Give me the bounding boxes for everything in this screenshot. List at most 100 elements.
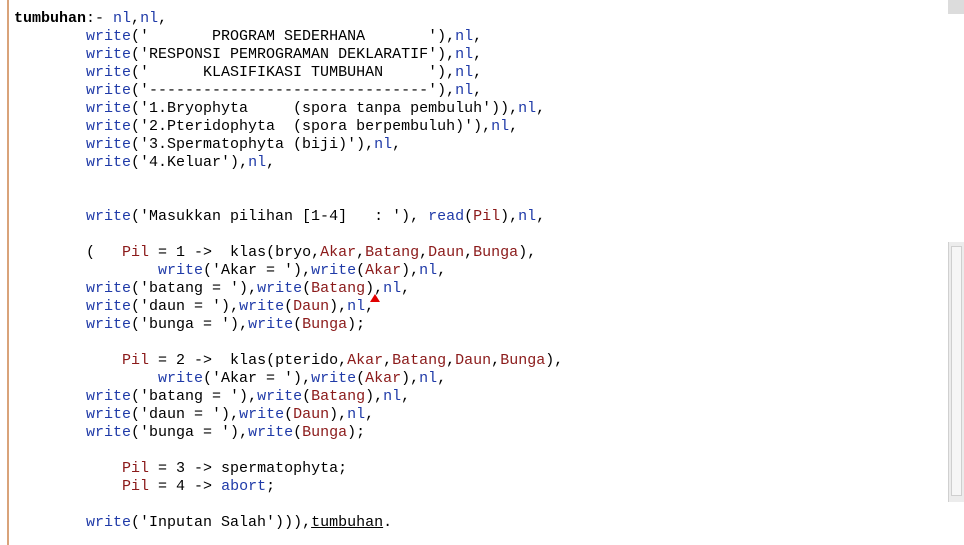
code-keyword: nl — [347, 298, 366, 315]
code-line[interactable] — [14, 226, 944, 244]
code-line[interactable]: write(' PROGRAM SEDERHANA '),nl, — [14, 28, 944, 46]
code-text: , — [365, 406, 375, 423]
code-line[interactable]: write('3.Spermatophyta (biji)'),nl, — [14, 136, 944, 154]
code-text: )) — [284, 514, 303, 531]
code-text: ), — [518, 244, 537, 261]
code-text: ; — [356, 424, 366, 441]
code-text: , — [419, 244, 429, 261]
code-keyword: write — [86, 316, 132, 333]
code-line[interactable]: write('RESPONSI PEMROGRAMAN DEKLARATIF')… — [14, 46, 944, 64]
code-line[interactable]: write('Masukkan pilihan [1-4] : '), read… — [14, 208, 944, 226]
code-line[interactable]: tumbuhan:- nl,nl, — [14, 10, 944, 28]
code-variable: Pil — [122, 244, 150, 261]
code-variable: Pil — [122, 352, 150, 369]
vertical-scrollbar[interactable] — [948, 242, 964, 502]
code-text: , — [302, 514, 312, 531]
code-text: , — [446, 352, 456, 369]
code-line[interactable]: write('batang = '),write(Batang),nl, — [14, 280, 944, 298]
code-text: ('bunga = ') — [131, 424, 240, 441]
code-editor[interactable]: tumbuhan:- nl,nl, write(' PROGRAM SEDERH… — [0, 0, 948, 545]
code-keyword: write — [257, 388, 303, 405]
code-line[interactable]: write('Akar = '),write(Akar),nl, — [14, 370, 944, 388]
code-line[interactable]: Pil = 4 -> abort; — [14, 478, 944, 496]
code-line[interactable]: write('bunga = '),write(Bunga); — [14, 424, 944, 442]
code-text: ('-------------------------------') — [131, 82, 447, 99]
code-text: , — [446, 64, 456, 81]
code-keyword: write — [86, 154, 132, 171]
code-line[interactable] — [14, 172, 944, 190]
code-text: = 2 -> klas(pterido, — [149, 352, 348, 369]
code-variable: Batang — [311, 388, 366, 405]
code-text: ) — [500, 100, 510, 117]
code-line[interactable]: write('Akar = '),write(Akar),nl, — [14, 262, 944, 280]
code-text: , — [374, 388, 384, 405]
code-variable: Daun — [293, 406, 330, 423]
code-variable: Batang — [365, 244, 420, 261]
code-text: , — [509, 208, 519, 225]
code-text: ('2.Pteridophyta (spora berpembuluh)') — [131, 118, 483, 135]
code-line[interactable]: ( Pil = 1 -> klas(bryo,Akar,Batang,Daun,… — [14, 244, 944, 262]
code-keyword: nl — [113, 10, 132, 27]
code-text: ) — [329, 406, 339, 423]
code-keyword: nl — [455, 46, 474, 63]
code-line[interactable]: write('4.Keluar'),nl, — [14, 154, 944, 172]
code-line[interactable]: write('Inputan Salah'))),tumbuhan. — [14, 514, 944, 532]
code-line[interactable]: write('daun = '),write(Daun),nl, — [14, 298, 944, 316]
code-line[interactable]: write('1.Bryophyta (spora tanpa pembuluh… — [14, 100, 944, 118]
code-text: , — [230, 298, 240, 315]
code-area[interactable]: tumbuhan:- nl,nl, write(' PROGRAM SEDERH… — [14, 10, 944, 532]
code-text: ( — [14, 244, 123, 261]
code-line[interactable] — [14, 334, 944, 352]
code-line[interactable]: write('2.Pteridophyta (spora berpembuluh… — [14, 118, 944, 136]
code-keyword: abort — [221, 478, 267, 495]
code-keyword: write — [86, 64, 132, 81]
code-text: , — [239, 424, 249, 441]
code-line[interactable] — [14, 496, 944, 514]
code-keyword: write — [257, 280, 303, 297]
code-keyword: nl — [455, 28, 474, 45]
code-text: ('3.Spermatophyta (biji)') — [131, 136, 366, 153]
code-text: , — [392, 136, 402, 153]
code-line[interactable]: Pil = 3 -> spermatophyta; — [14, 460, 944, 478]
code-line[interactable]: write('bunga = '),write(Bunga); — [14, 316, 944, 334]
code-variable: Bunga — [500, 352, 546, 369]
error-triangle-icon — [370, 294, 380, 302]
code-text: ) — [365, 388, 375, 405]
scrollbar-thumb[interactable] — [951, 246, 962, 496]
code-keyword: write — [86, 28, 132, 45]
code-text: ('batang = ') — [131, 388, 249, 405]
code-keyword: nl — [248, 154, 267, 171]
code-line[interactable] — [14, 442, 944, 460]
code-text: , — [437, 370, 447, 387]
code-line[interactable]: Pil = 2 -> klas(pterido,Akar,Batang,Daun… — [14, 352, 944, 370]
code-text: , — [536, 100, 546, 117]
code-keyword: write — [86, 208, 132, 225]
code-variable: Bunga — [302, 316, 348, 333]
code-variable: Batang — [311, 280, 366, 297]
code-line[interactable]: write('daun = '),write(Daun),nl, — [14, 406, 944, 424]
code-keyword: write — [86, 298, 132, 315]
code-text: , — [446, 28, 456, 45]
code-text: = 3 -> spermatophyta; — [149, 460, 348, 477]
code-text: ( — [293, 316, 303, 333]
code-line[interactable]: write('-------------------------------')… — [14, 82, 944, 100]
code-variable: Pil — [473, 208, 501, 225]
code-text: ('daun = ') — [131, 406, 231, 423]
code-line[interactable]: write(' KLASIFIKASI TUMBUHAN '),nl, — [14, 64, 944, 82]
code-text: , — [248, 280, 258, 297]
code-text: , — [410, 262, 420, 279]
code-keyword: nl — [347, 406, 366, 423]
code-text: = 1 -> klas(bryo, — [149, 244, 321, 261]
code-line[interactable]: write('batang = '),write(Batang),nl, — [14, 388, 944, 406]
code-text: ) — [347, 424, 357, 441]
code-variable: Batang — [392, 352, 447, 369]
code-line[interactable] — [14, 190, 944, 208]
code-keyword: write — [86, 100, 132, 117]
code-keyword: write — [86, 406, 132, 423]
code-text: ( — [302, 280, 312, 297]
